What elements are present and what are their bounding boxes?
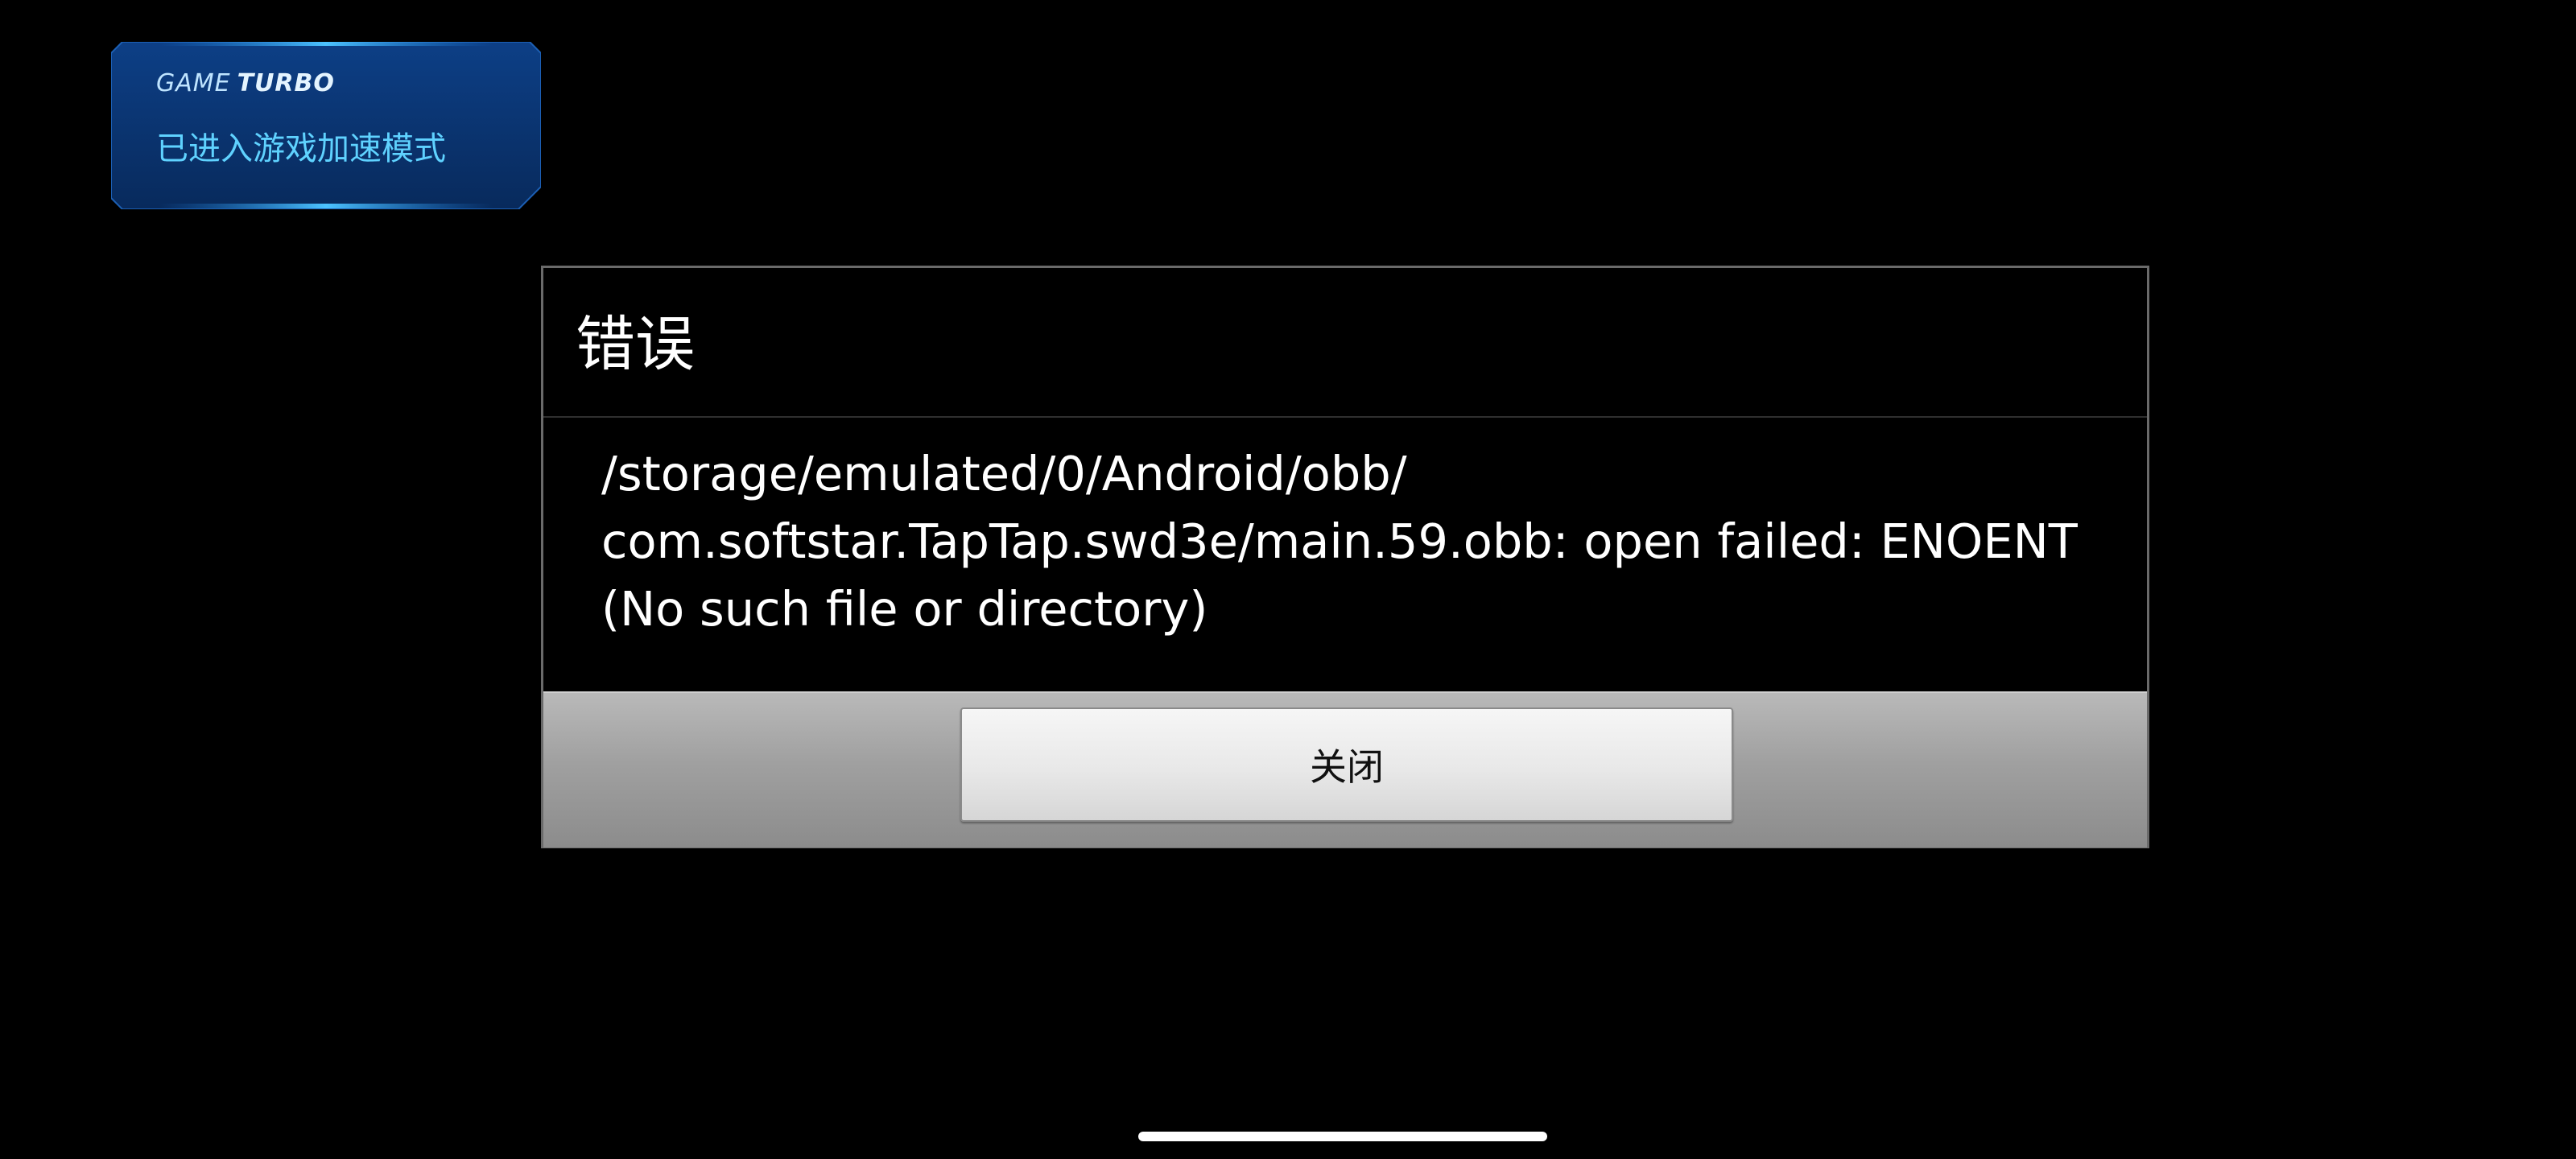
game-turbo-brand-game: GAME bbox=[156, 69, 231, 97]
game-screen: GAMETURBO 已进入游戏加速模式 错误 错误 /storage/emula… bbox=[0, 0, 2576, 1159]
game-turbo-brand-turbo: TURBO bbox=[237, 69, 335, 97]
dialog-button-bar: 关闭 bbox=[543, 691, 2147, 848]
game-turbo-message: 已进入游戏加速模式 bbox=[156, 130, 446, 167]
game-turbo-logo: GAME TURBO bbox=[156, 69, 335, 97]
title-divider bbox=[543, 416, 2147, 418]
dialog-title: 错误 bbox=[576, 310, 695, 379]
close-button[interactable]: 关闭 bbox=[960, 707, 1733, 822]
home-indicator[interactable] bbox=[1138, 1132, 1547, 1141]
game-turbo-toast: GAME TURBO 已进入游戏加速模式 bbox=[111, 42, 541, 209]
error-message: /storage/emulated/0/Android/obb/ com.sof… bbox=[601, 446, 2078, 637]
error-dialog: 错误 /storage/emulated/0/Android/obb/ com.… bbox=[541, 266, 2149, 848]
